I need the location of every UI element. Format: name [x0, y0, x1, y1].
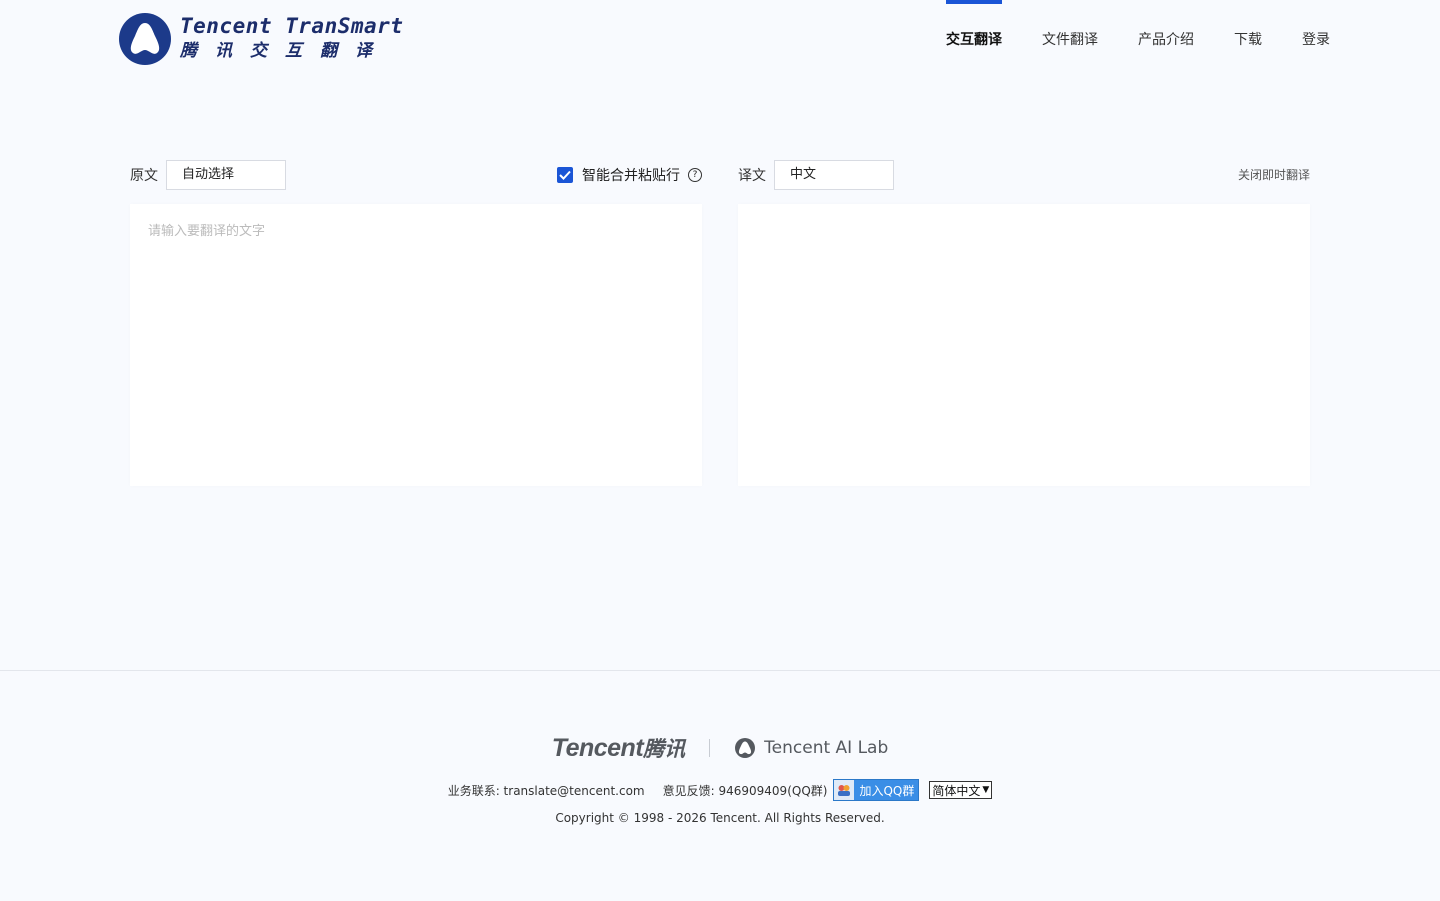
target-label: 译文	[738, 168, 766, 184]
source-language-select[interactable]: 自动选择	[166, 160, 286, 190]
brand-divider	[709, 739, 711, 757]
nav-interactive-translation[interactable]: 交互翻译	[946, 0, 1002, 80]
ai-lab-icon	[735, 738, 756, 758]
ai-lab-text: Tencent AI Lab	[764, 738, 889, 758]
top-nav: 交互翻译 文件翻译 产品介绍 下载 登录	[906, 0, 1330, 80]
transmart-logo[interactable]: Tencent TranSmart 腾讯交互翻译	[118, 12, 403, 66]
join-qq-label: 加入QQ群	[859, 783, 915, 798]
site-language-value: 简体中文	[932, 783, 981, 798]
feedback-text: 意见反馈: 946909409(QQ群)	[662, 783, 828, 798]
header: Tencent TranSmart 腾讯交互翻译 交互翻译 文件翻译 产品介绍 …	[0, 0, 1440, 80]
transmart-logo-icon	[119, 13, 171, 65]
source-text-input[interactable]	[130, 204, 702, 486]
tencent-ai-lab-logo[interactable]: Tencent AI Lab	[734, 737, 888, 759]
merge-paste-label[interactable]: 智能合并粘贴行	[582, 165, 680, 185]
close-instant-translation-link[interactable]: 关闭即时翻译	[1238, 160, 1310, 190]
footer-contact-line: 业务联系: translate@tencent.com 意见反馈: 946909…	[0, 779, 1440, 801]
site-language-select[interactable]: 简体中文 ▼	[929, 781, 993, 799]
logo-text: Tencent TranSmart 腾讯交互翻译	[180, 14, 403, 64]
chevron-down-icon: ▼	[982, 785, 990, 795]
nav-product-intro[interactable]: 产品介绍	[1138, 0, 1194, 80]
tencent-logo[interactable]: Tencent腾讯	[552, 733, 685, 763]
translation-output	[738, 204, 1310, 236]
logo-english: Tencent TranSmart	[180, 14, 404, 38]
copyright: Copyright © 1998 - 2026 Tencent. All Rig…	[555, 811, 885, 825]
nav-download[interactable]: 下载	[1234, 0, 1262, 80]
business-contact: 业务联系: translate@tencent.com	[447, 783, 645, 798]
tencent-logo-cn: 腾讯	[643, 738, 686, 761]
source-bar: 原文 自动选择	[130, 160, 286, 190]
logo-chinese: 腾讯交互翻译	[180, 41, 390, 61]
tencent-logo-en: Tencent	[551, 734, 644, 762]
footer: Tencent腾讯 Tencent AI Lab 业务联系: translate…	[0, 670, 1440, 901]
merge-paste-option: 智能合并粘贴行 ?	[557, 160, 702, 190]
footer-brands: Tencent腾讯 Tencent AI Lab	[0, 733, 1440, 763]
join-qq-group-button[interactable]: 加入QQ群	[833, 779, 920, 801]
checkmark-icon	[559, 170, 571, 180]
qq-group-icon	[834, 780, 855, 800]
target-text-panel	[738, 204, 1310, 486]
help-icon[interactable]: ?	[688, 168, 702, 182]
source-label: 原文	[130, 168, 158, 184]
target-language-select[interactable]: 中文	[774, 160, 894, 190]
merge-paste-checkbox[interactable]	[557, 167, 573, 183]
target-bar: 译文 中文	[738, 160, 894, 190]
nav-login[interactable]: 登录	[1302, 0, 1330, 80]
nav-file-translation[interactable]: 文件翻译	[1042, 0, 1098, 80]
source-text-panel	[130, 204, 702, 486]
